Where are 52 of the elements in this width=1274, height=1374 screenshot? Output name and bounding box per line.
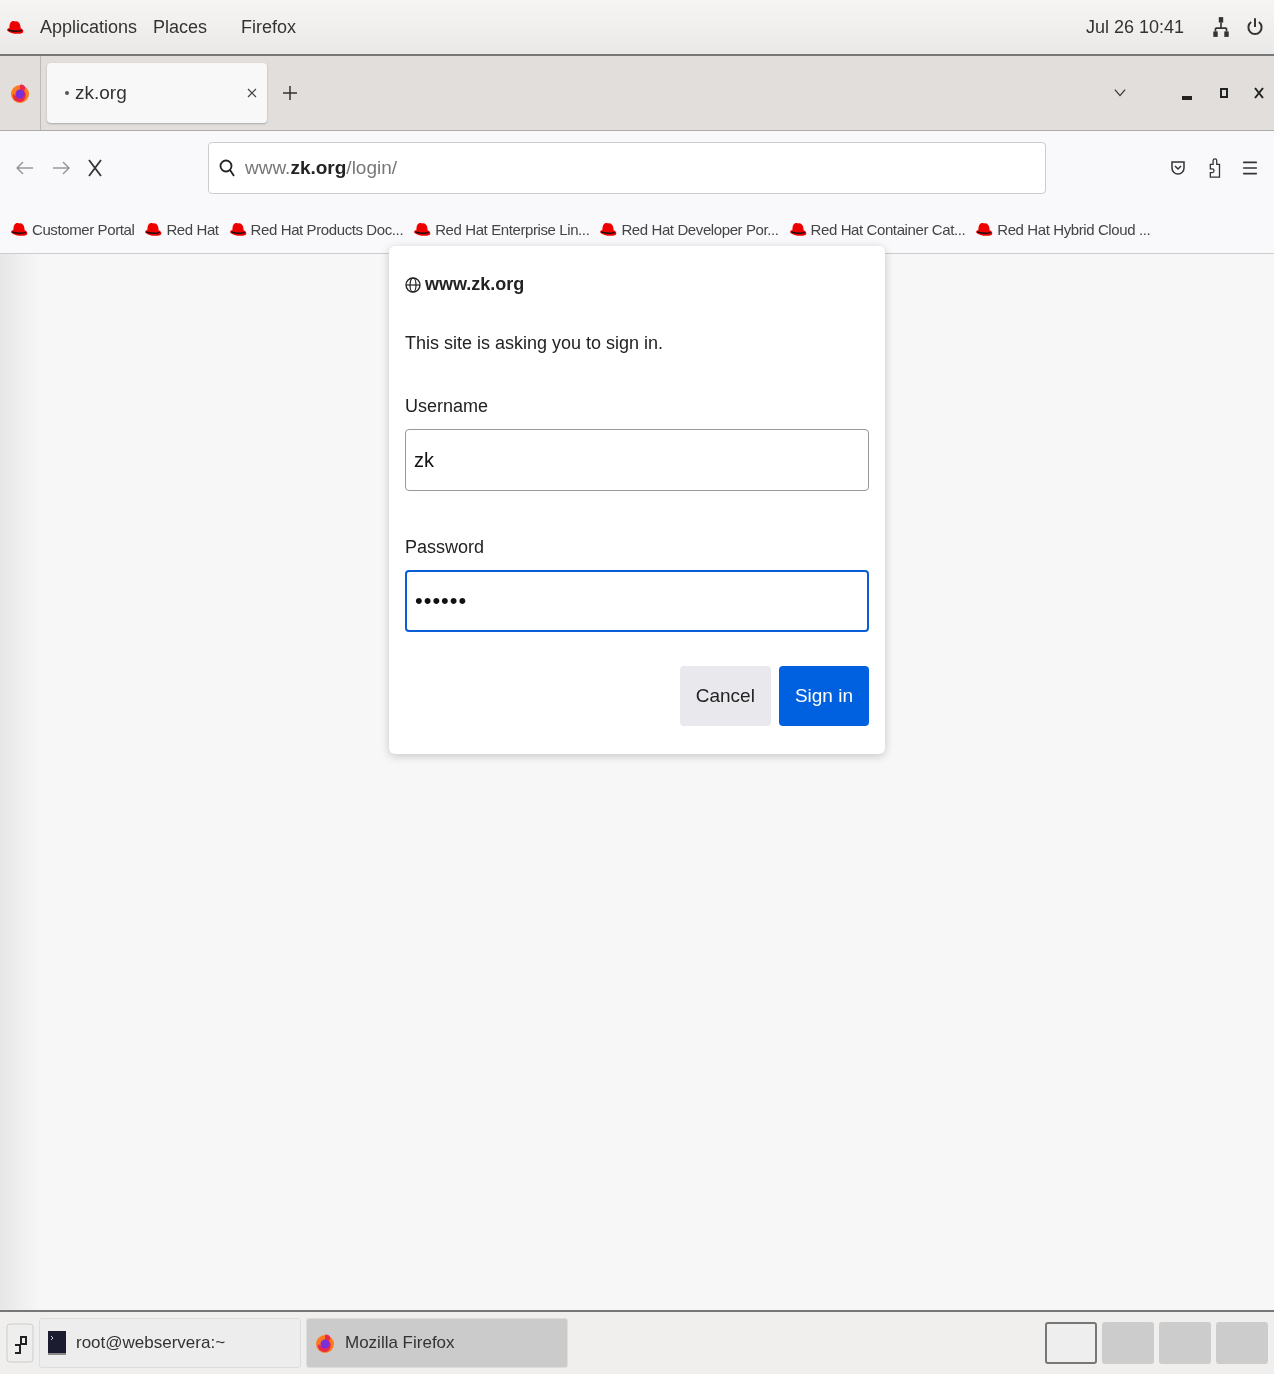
maximize-icon[interactable] [1220,88,1228,98]
address-bar[interactable]: www.zk.org/login/ [208,142,1046,194]
redhat-hat-icon [599,221,618,237]
redhat-hat-icon [228,221,247,237]
field-label: Username [405,396,490,417]
workspace-thumbnail[interactable] [1045,1322,1097,1364]
workspace-thumbnail[interactable] [1102,1322,1154,1364]
cancel-button[interactable]: Cancel [679,666,771,726]
close-window-icon[interactable] [1254,87,1264,99]
clock[interactable]: Jul 26 10:41 [1085,16,1184,38]
redhat-hat-icon [144,221,163,237]
top-menu[interactable]: Places [153,16,208,38]
bookmark[interactable]: Red Hat Products Doc... [228,220,404,238]
firefox-icon [10,82,30,104]
dialog-message: This site is asking you to sign in. [405,333,665,354]
workspace-thumbnail[interactable] [1216,1322,1268,1364]
input-field[interactable]: zk [405,429,869,491]
firefox-icon [315,1332,335,1354]
close-tab-icon[interactable] [247,88,257,98]
network-icon[interactable] [1212,16,1230,38]
bookmark[interactable]: Customer Portal [10,220,135,238]
sign-in-button[interactable]: Sign in [778,666,869,726]
taskbar-window[interactable]: root@webservera:~ [39,1318,301,1368]
redhat-hat-icon [10,221,28,237]
bookmark[interactable]: Red Hat Developer Por... [599,220,779,238]
stop-icon[interactable] [88,159,102,177]
new-tab-icon[interactable] [283,86,297,100]
bookmark[interactable]: Red Hat Container Cat... [788,220,966,238]
redhat-hat-icon [975,221,994,237]
forward-arrow-icon[interactable] [52,161,70,175]
bookmark[interactable]: Red Hat Enterprise Lin... [413,220,590,238]
show-desktop-icon[interactable] [6,1323,34,1363]
redhat-hat-icon [413,221,432,237]
back-arrow-icon[interactable] [16,161,34,175]
top-menu[interactable]: Applications [40,16,138,38]
input-field[interactable]: •••••• [405,570,869,632]
loading-dot-icon [65,91,69,95]
taskbar-window[interactable]: Mozilla Firefox [306,1318,568,1368]
top-menu[interactable]: Firefox [241,16,297,38]
workspace-thumbnail[interactable] [1159,1322,1211,1364]
search-icon [219,159,235,177]
globe-icon [405,276,421,293]
bookmark[interactable]: Red Hat [144,220,219,238]
redhat-hat-icon [6,19,24,35]
power-icon[interactable] [1246,16,1264,38]
redhat-hat-icon [788,221,807,237]
bookmark[interactable]: Red Hat Hybrid Cloud ... [975,220,1151,238]
list-tabs-chevron-icon[interactable] [1114,87,1126,99]
terminal-icon [48,1331,66,1355]
field-label: Password [405,537,486,558]
site-name: www.zk.org [425,274,525,295]
browser-tab[interactable]: zk.org [47,63,267,123]
